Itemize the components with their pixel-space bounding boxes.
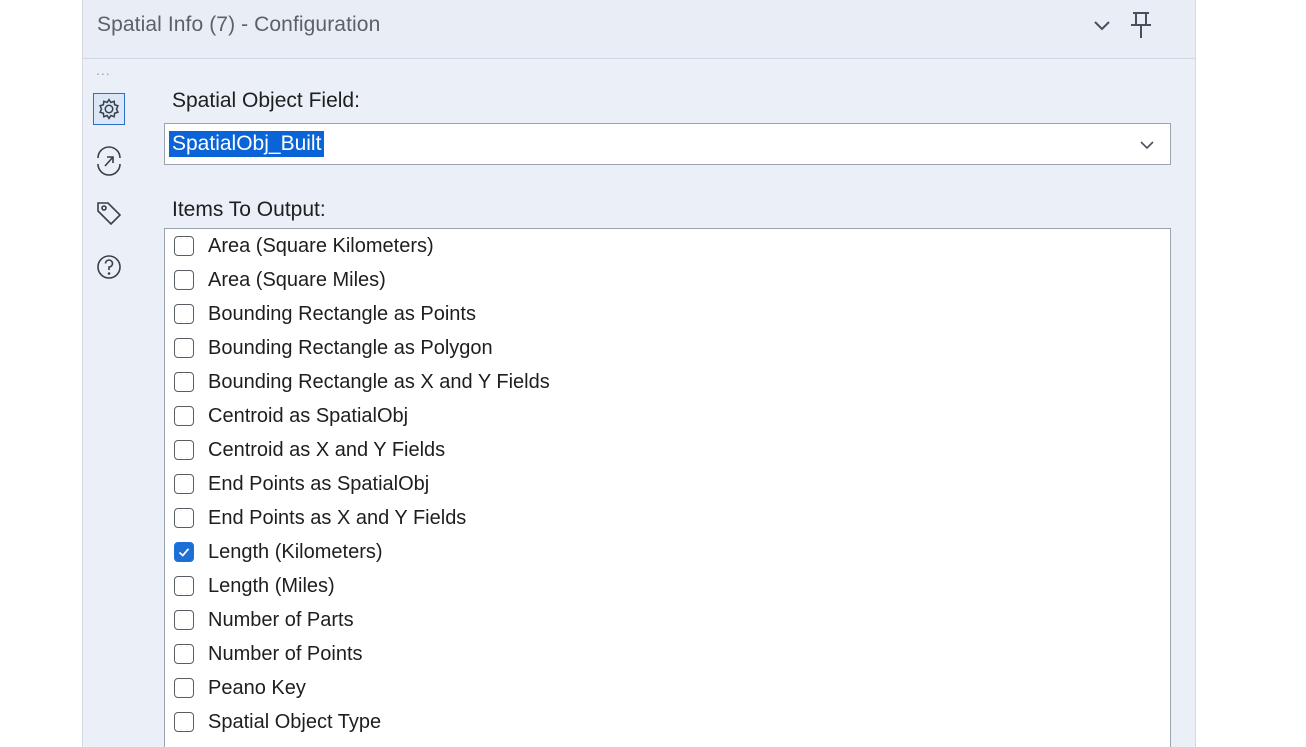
checkbox[interactable]: [174, 644, 194, 664]
list-item-label: Centroid as X and Y Fields: [208, 438, 446, 461]
gear-icon[interactable]: [93, 93, 125, 125]
checkbox[interactable]: [174, 678, 194, 698]
spatial-object-field-label: Spatial Object Field:: [172, 89, 360, 112]
checkbox[interactable]: [174, 372, 194, 392]
panel-title: Spatial Info (7) - Configuration: [97, 13, 381, 36]
checkbox[interactable]: [174, 236, 194, 256]
checkbox[interactable]: [174, 508, 194, 528]
list-item-label: Length (Miles): [208, 574, 335, 597]
tag-icon[interactable]: [93, 197, 125, 229]
list-item-label: Number of Parts: [208, 608, 354, 631]
list-item-label: Length (Kilometers): [208, 540, 383, 563]
list-item-label: Bounding Rectangle as Points: [208, 302, 476, 325]
list-item[interactable]: Bounding Rectangle as Points: [174, 300, 476, 328]
list-item-label: Spatial Object Type: [208, 710, 382, 733]
checkbox[interactable]: [174, 610, 194, 630]
sidebar: ...: [83, 58, 155, 747]
list-item[interactable]: Area (Square Kilometers): [174, 232, 434, 260]
checkbox[interactable]: [174, 576, 194, 596]
list-item[interactable]: Area (Square Miles): [174, 266, 386, 294]
items-to-output-label: Items To Output:: [172, 198, 326, 221]
list-item-label: Area (Square Kilometers): [208, 234, 434, 257]
list-item-label: Bounding Rectangle as X and Y Fields: [208, 370, 550, 393]
list-item-label: Area (Square Miles): [208, 268, 386, 291]
items-to-output-list[interactable]: Area (Square Kilometers) Area (Square Mi…: [164, 228, 1171, 747]
spatial-object-field-select[interactable]: SpatialObj_Built: [164, 123, 1171, 165]
checkbox[interactable]: [174, 712, 194, 732]
connection-icon[interactable]: [93, 145, 125, 177]
list-item[interactable]: End Points as X and Y Fields: [174, 504, 466, 532]
list-item-label: End Points as SpatialObj: [208, 472, 430, 495]
list-item[interactable]: Number of Parts: [174, 606, 354, 634]
checkbox[interactable]: [174, 270, 194, 290]
list-item[interactable]: Length (Kilometers): [174, 538, 383, 566]
list-item-label: Peano Key: [208, 676, 306, 699]
list-item[interactable]: Centroid as SpatialObj: [174, 402, 408, 430]
spatial-object-field-value: SpatialObj_Built: [169, 131, 325, 157]
chevron-down-icon[interactable]: [1088, 10, 1116, 40]
list-item-label: End Points as X and Y Fields: [208, 506, 467, 529]
list-item[interactable]: Spatial Object Type: [174, 708, 381, 736]
more-dots-icon: ...: [96, 62, 111, 78]
checkbox[interactable]: [174, 440, 194, 460]
panel-header: Spatial Info (7) - Configuration: [83, 0, 1195, 59]
list-item[interactable]: Centroid as X and Y Fields: [174, 436, 445, 464]
configuration-panel: Spatial Info (7) - Configuration ... Spa…: [82, 0, 1196, 747]
list-item-label: Bounding Rectangle as Polygon: [208, 336, 493, 359]
checkbox[interactable]: [174, 406, 194, 426]
checkbox-checked[interactable]: [174, 542, 194, 562]
help-icon[interactable]: [93, 251, 125, 283]
checkbox[interactable]: [174, 304, 194, 324]
list-item[interactable]: End Points as SpatialObj: [174, 470, 429, 498]
list-item[interactable]: Bounding Rectangle as X and Y Fields: [174, 368, 550, 396]
checkbox[interactable]: [174, 338, 194, 358]
checkbox[interactable]: [174, 474, 194, 494]
list-item[interactable]: Bounding Rectangle as Polygon: [174, 334, 493, 362]
list-item[interactable]: Peano Key: [174, 674, 306, 702]
pin-icon[interactable]: [1127, 10, 1155, 40]
list-item[interactable]: Number of Points: [174, 640, 363, 668]
list-item[interactable]: Length (Miles): [174, 572, 335, 600]
list-item-label: Number of Points: [208, 642, 363, 665]
chevron-down-icon[interactable]: [1138, 136, 1156, 154]
list-item-label: Centroid as SpatialObj: [208, 404, 409, 427]
